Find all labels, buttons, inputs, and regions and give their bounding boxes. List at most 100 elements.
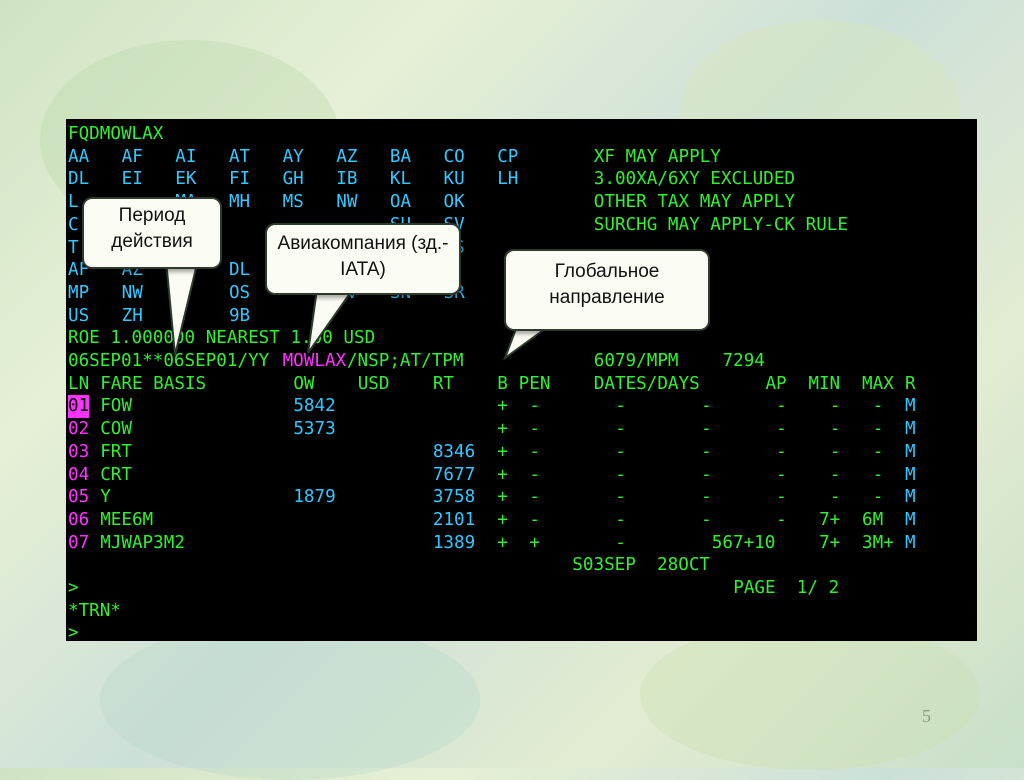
carrier-code: EK [175, 169, 197, 190]
seasonal-line: S03SEP 28OCT [66, 554, 977, 577]
fare-booking: + [497, 509, 508, 530]
fare-dates: - [615, 487, 626, 508]
carrier-code: LH [497, 169, 519, 190]
fare-days: - [701, 487, 712, 508]
fare-dates: - [615, 441, 626, 462]
routing-line: 06SEP01**06SEP01/YY MOWLAX/NSP;AT/TPM 6079… [66, 350, 977, 373]
fare-days: - [701, 419, 712, 440]
fare-penalty: - [529, 464, 540, 485]
background-blob [640, 620, 980, 770]
fare-max: - [872, 464, 884, 485]
header-dates: DATES/DAYS [593, 373, 700, 394]
fare-ap: - [776, 441, 787, 462]
fare-row: 05 Y 1879 3758 + - - - - - - M [66, 486, 977, 509]
city-pair: MOWLAX [282, 351, 347, 371]
carrier-code: C [68, 214, 79, 235]
prompt-line: > [66, 622, 977, 641]
header-pen: PEN [518, 373, 551, 394]
fare-rt: 2101 [432, 509, 476, 530]
fare-min: - [829, 487, 841, 508]
fare-line-number: 03 [68, 441, 90, 462]
carrier-code: CP [497, 146, 519, 167]
fare-days: 567+10 [711, 532, 776, 553]
fare-row: 07 MJWAP3M2 1389 + + - 567+10 7+ 3M+ M [66, 532, 977, 555]
fare-days: - [701, 396, 712, 417]
carrier-code: OA [389, 192, 412, 213]
fare-days: - [701, 441, 712, 462]
airline-callout-text: Авиакомпания (зд.- IATA) [277, 233, 449, 280]
header-ow: OW [293, 373, 315, 394]
tpm-label: 6079/MPM [593, 351, 679, 371]
fare-row: 01 FOW 5842 + - - - - - - M [66, 395, 977, 419]
carrier-code: DL [228, 260, 251, 281]
fare-basis: FOW [100, 396, 132, 417]
fare-dates: - [615, 509, 626, 530]
seasonal-text: S03SEP 28OCT [572, 555, 710, 576]
fare-penalty: - [529, 441, 540, 462]
fare-max: - [872, 419, 884, 440]
fare-dates: - [615, 532, 626, 553]
fare-routing: M [904, 396, 916, 417]
fare-penalty: - [529, 419, 540, 440]
carrier-code: 9B [228, 305, 251, 326]
header-b: B [497, 373, 508, 394]
fare-basis: CRT [100, 464, 132, 485]
fare-row: 06 MEE6M 2101 + - - - -7+ 6M M [66, 509, 977, 532]
global-indicator: /NSP;AT/TPM [346, 351, 464, 371]
fare-dates: - [615, 396, 626, 417]
slide-number: 5 [922, 706, 931, 726]
carrier-code: CO [443, 146, 465, 167]
carrier-code: NW [336, 192, 358, 213]
fare-note: OTHER TAX MAY APPLY [593, 192, 796, 213]
carrier-row: AA AF AI AT AY AZ BA CO CP XF MAY APPLY [66, 146, 977, 169]
fare-max: - [872, 487, 884, 508]
fare-days: - [701, 464, 712, 485]
validity-dates: 06SEP01**06SEP01/YY [68, 351, 270, 371]
carrier-code: AZ [336, 146, 358, 167]
fare-note: 3.00XA/6XY EXCLUDED [593, 169, 796, 190]
fare-routing: M [904, 532, 916, 553]
fare-table-header: LN FARE BASIS OW USD RT B PEN DATES/DAYS AP MIN MA… [66, 373, 977, 396]
carrier-code: FI [228, 169, 251, 190]
header-min: MIN [808, 373, 841, 394]
fare-ow: 1879 [293, 487, 336, 508]
fare-ap: - [776, 419, 787, 440]
fare-routing: M [904, 441, 916, 462]
header-ln: LN [68, 373, 90, 394]
fare-max: 6M [862, 509, 884, 530]
fare-line-number: 05 [68, 487, 90, 508]
carrier-code: OS [228, 282, 251, 303]
command-line: FQDMOWLAX [66, 123, 977, 146]
carrier-code: AA [68, 146, 90, 167]
fare-min: 7+ [819, 532, 841, 553]
trn-text: *TRN* [68, 600, 121, 621]
carrier-row: DL EI EK FI GH IB KL KU LH 3.00XA/6XY EXCLUDED [66, 168, 977, 191]
carrier-code: IB [336, 169, 358, 190]
fare-min: 7+ [819, 509, 841, 530]
fare-basis: MJWAP3M2 [100, 532, 185, 553]
command-text: FQDMOWLAX [68, 124, 164, 144]
fare-booking: + [497, 441, 508, 462]
fare-rt: 1389 [432, 532, 476, 553]
fare-penalty: - [529, 509, 540, 530]
fare-basis: MEE6M [100, 509, 154, 530]
fare-row: 02 COW 5373 + - - - - - - M [66, 418, 977, 441]
fare-days: - [701, 509, 712, 530]
fare-note: XF MAY APPLY [593, 146, 721, 167]
fare-note: SURCHG MAY APPLY-CK RULE [593, 214, 848, 235]
page-line: > PAGE 1/ 2 [66, 577, 977, 600]
carrier-code: MS [282, 192, 304, 213]
carrier-code: AF [121, 146, 143, 167]
carrier-code: KL [389, 169, 412, 190]
header-r: R [904, 373, 916, 394]
fare-routing: M [904, 464, 916, 485]
carrier-code: OK [443, 192, 465, 213]
fare-line-number: 06 [68, 509, 90, 530]
direction-callout-text: Глобальное направление [549, 261, 665, 308]
carrier-code: KU [443, 169, 465, 190]
fare-row: 03 FRT 8346 + - - - - - - M [66, 441, 977, 464]
fare-dates: - [615, 419, 626, 440]
fare-ap: - [776, 464, 787, 485]
carrier-code: DL [68, 169, 90, 190]
fare-min: - [829, 419, 841, 440]
